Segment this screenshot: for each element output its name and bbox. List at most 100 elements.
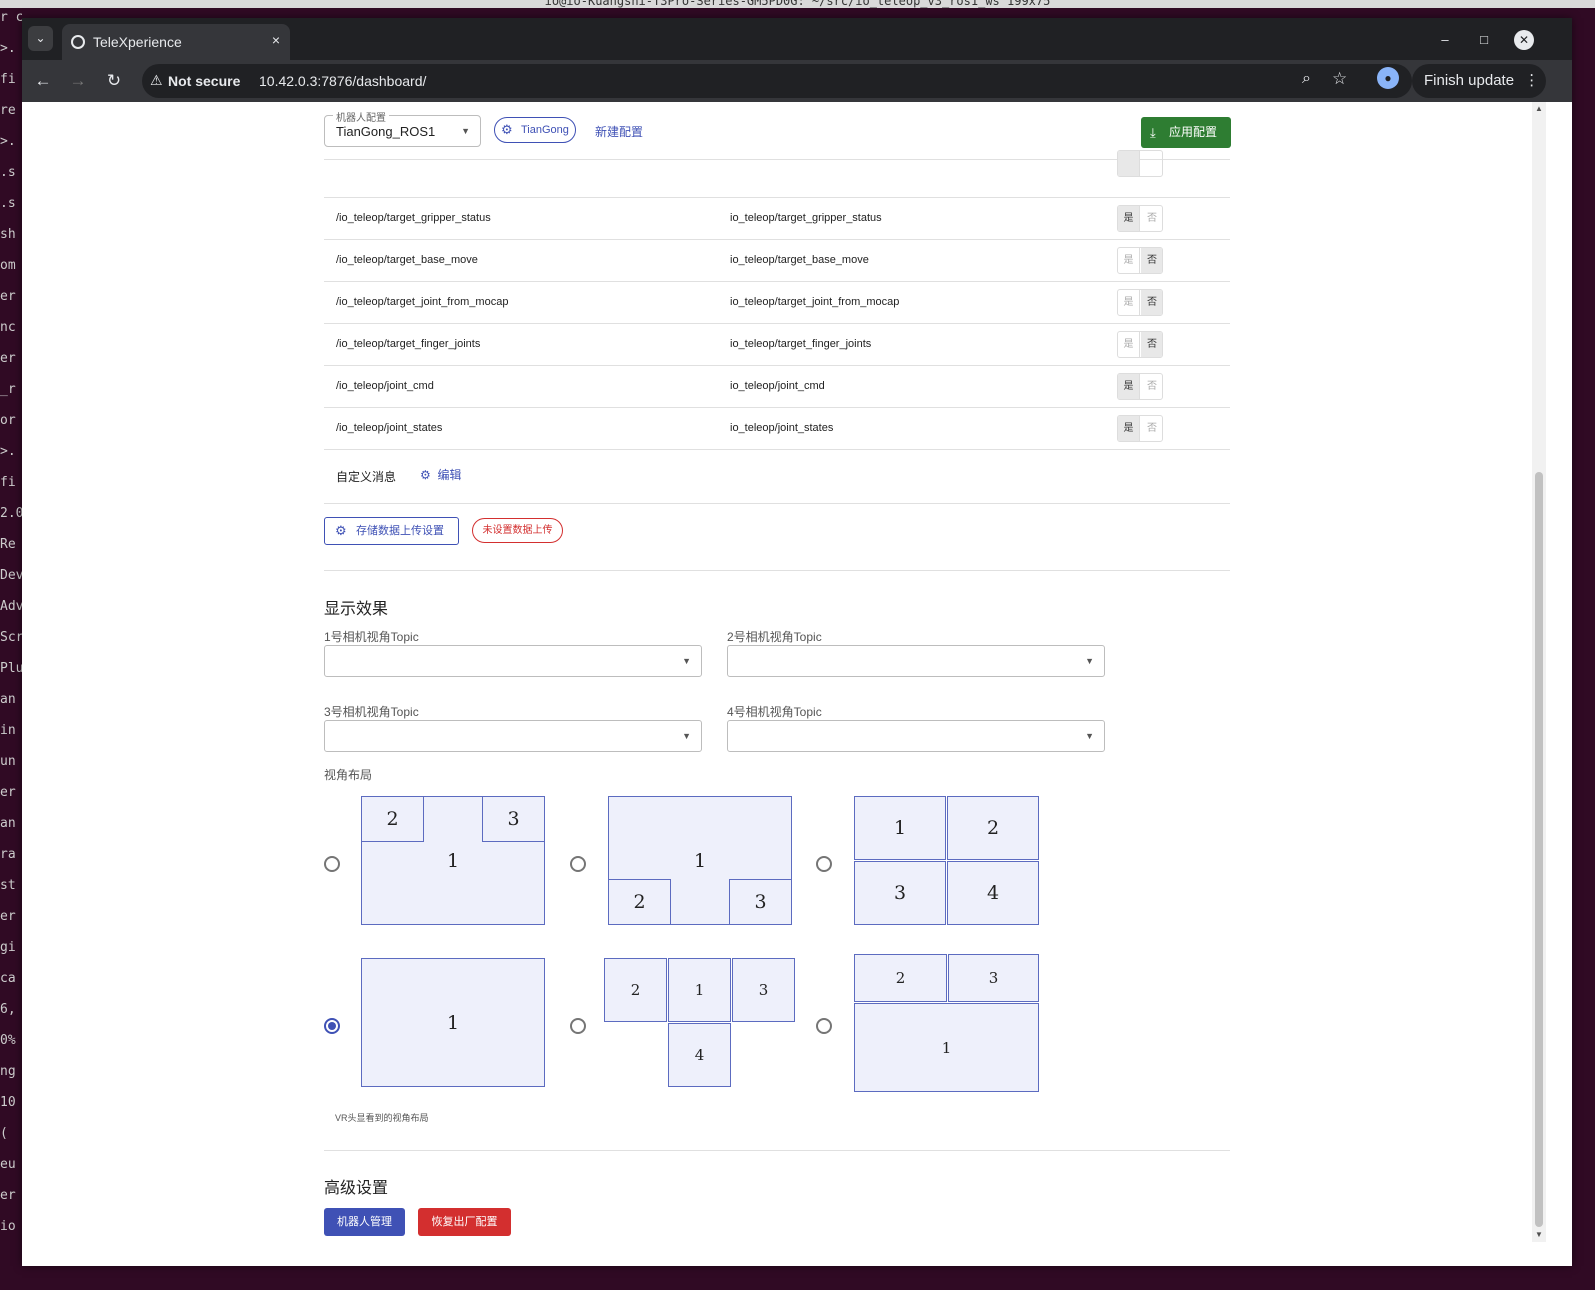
window-close-icon[interactable]: ✕ <box>1514 30 1534 50</box>
zoom-icon[interactable]: ⌕ <box>1302 70 1311 88</box>
topic-target: io_teleop/target_base_move <box>730 254 869 266</box>
layout-radio-5[interactable] <box>570 1018 586 1034</box>
topic-toggle[interactable]: 是否 <box>1117 373 1163 400</box>
terminal-line: an <box>0 692 16 707</box>
topic-toggle[interactable] <box>1117 150 1163 177</box>
robot-management-button[interactable]: 机器人管理 <box>324 1208 405 1236</box>
camera-2-select[interactable]: ▼ <box>727 645 1105 677</box>
layout-5-view-2[interactable]: 2 <box>604 958 667 1022</box>
tab-search-button[interactable]: ⌄ <box>28 26 53 51</box>
topic-toggle[interactable]: 是否 <box>1117 331 1163 358</box>
bookmark-star-icon[interactable]: ☆ <box>1332 69 1347 89</box>
layout-2-view-2[interactable]: 2 <box>608 879 671 925</box>
robot-config-select[interactable]: 机器人配置 TianGong_ROS1 ▼ <box>324 109 481 147</box>
toggle-yes[interactable]: 是 <box>1118 332 1140 357</box>
terminal-line: om <box>0 258 16 273</box>
scroll-down-icon[interactable]: ▼ <box>1535 1230 1543 1239</box>
gear-icon: ⚙ <box>420 468 431 482</box>
profile-avatar-icon[interactable]: ● <box>1377 67 1399 89</box>
camera-3-label: 3号相机视角Topic <box>324 705 419 719</box>
layout-3-view-4[interactable]: 4 <box>947 861 1039 925</box>
terminal-line: >. <box>0 134 16 149</box>
tab-close-icon[interactable]: × <box>272 32 280 48</box>
topic-source: /io_teleop/joint_cmd <box>336 380 434 392</box>
layout-4-view-1[interactable]: 1 <box>361 958 545 1087</box>
security-label[interactable]: Not secure <box>168 73 240 89</box>
terminal-line: in <box>0 723 16 738</box>
scrollbar-thumb[interactable] <box>1535 472 1543 1227</box>
layout-6-view-1[interactable]: 1 <box>854 1003 1039 1092</box>
layout-6-view-2[interactable]: 2 <box>854 954 947 1002</box>
toggle-no[interactable]: 否 <box>1141 248 1162 273</box>
layout-3-view-1[interactable]: 1 <box>854 796 946 860</box>
topic-toggle[interactable]: 是否 <box>1117 289 1163 316</box>
toggle-no[interactable] <box>1141 151 1162 176</box>
robot-chip[interactable]: ⚙ TianGong <box>494 117 576 143</box>
layout-2-view-3[interactable]: 3 <box>729 879 792 925</box>
topic-toggle[interactable]: 是否 <box>1117 247 1163 274</box>
layout-3-view-3[interactable]: 3 <box>854 861 946 925</box>
divider <box>324 570 1230 571</box>
topic-toggle[interactable]: 是否 <box>1117 205 1163 232</box>
toggle-no[interactable]: 否 <box>1141 374 1162 399</box>
terminal-line: ca <box>0 971 16 986</box>
toggle-no[interactable]: 否 <box>1141 332 1162 357</box>
reload-icon[interactable]: ↻ <box>102 69 126 93</box>
layout-1-view-2[interactable]: 2 <box>361 796 424 842</box>
factory-reset-button[interactable]: 恢复出厂配置 <box>418 1208 511 1236</box>
page-scrollbar[interactable]: ▲ ▼ <box>1532 102 1546 1242</box>
edit-custom-message-button[interactable]: ⚙ 编辑 <box>420 466 461 483</box>
layout-radio-6[interactable] <box>816 1018 832 1034</box>
apply-config-button[interactable]: ⤓ 应用配置 <box>1141 117 1231 148</box>
browser-window: ⌄ TeleXperience × – □ ✕ ← → ↻ ⚠ Not secu… <box>22 18 1572 1266</box>
layout-6-view-3[interactable]: 3 <box>948 954 1039 1002</box>
table-row: /io_teleop/joint_cmd io_teleop/joint_cmd 是… <box>324 366 1230 408</box>
topic-target: io_teleop/target_finger_joints <box>730 338 872 350</box>
forward-icon[interactable]: → <box>66 69 90 93</box>
scroll-up-icon[interactable]: ▲ <box>1535 104 1543 113</box>
toggle-yes[interactable]: 是 <box>1118 248 1140 273</box>
layout-radio-2[interactable] <box>570 856 586 872</box>
layout-radio-1[interactable] <box>324 856 340 872</box>
terminal-line: Scr <box>0 630 22 645</box>
topic-source: /io_teleop/joint_states <box>336 422 443 434</box>
finish-update-button[interactable]: Finish update ⋮ <box>1412 64 1546 98</box>
layout-5-view-4[interactable]: 4 <box>668 1023 731 1087</box>
caret-down-icon: ▼ <box>682 731 691 741</box>
back-icon[interactable]: ← <box>31 69 55 93</box>
layout-1-view-3[interactable]: 3 <box>482 796 545 842</box>
new-config-link[interactable]: 新建配置 <box>595 123 643 140</box>
toggle-no[interactable]: 否 <box>1141 290 1162 315</box>
terminal-line: _r <box>0 382 16 397</box>
minimize-icon[interactable]: – <box>1435 30 1455 50</box>
table-row-partial <box>324 150 1230 198</box>
toggle-yes[interactable]: 是 <box>1118 374 1140 399</box>
layout-radio-3[interactable] <box>816 856 832 872</box>
browser-tab[interactable]: TeleXperience × <box>62 24 290 60</box>
layout-radio-4[interactable] <box>324 1018 340 1034</box>
toggle-yes[interactable]: 是 <box>1118 290 1140 315</box>
camera-4-select[interactable]: ▼ <box>727 720 1105 752</box>
terminal-line: 10 <box>0 1095 16 1110</box>
maximize-icon[interactable]: □ <box>1474 30 1494 50</box>
layout-3-view-2[interactable]: 2 <box>947 796 1039 860</box>
terminal-line: >. <box>0 41 16 56</box>
toggle-no[interactable]: 否 <box>1141 416 1162 441</box>
camera-3-select[interactable]: ▼ <box>324 720 702 752</box>
terminal-line: ( <box>0 1126 8 1141</box>
storage-upload-settings-button[interactable]: ⚙ 存储数据上传设置 <box>324 517 459 545</box>
toggle-yes[interactable] <box>1118 151 1140 176</box>
layout-5-view-1[interactable]: 1 <box>668 958 731 1022</box>
camera-1-select[interactable]: ▼ <box>324 645 702 677</box>
url-text[interactable]: 10.42.0.3:7876/dashboard/ <box>259 73 426 89</box>
warning-icon[interactable]: ⚠ <box>150 72 163 89</box>
terminal-line: nc <box>0 320 16 335</box>
terminal-line: fi <box>0 72 16 87</box>
upload-status-chip: 未设置数据上传 <box>472 518 563 543</box>
address-bar[interactable]: ⚠ Not secure 10.42.0.3:7876/dashboard/ ⌕… <box>142 64 1412 98</box>
topic-toggle[interactable]: 是否 <box>1117 415 1163 442</box>
layout-5-view-3[interactable]: 3 <box>732 958 795 1022</box>
toggle-yes[interactable]: 是 <box>1118 206 1140 231</box>
toggle-no[interactable]: 否 <box>1141 206 1162 231</box>
toggle-yes[interactable]: 是 <box>1118 416 1140 441</box>
